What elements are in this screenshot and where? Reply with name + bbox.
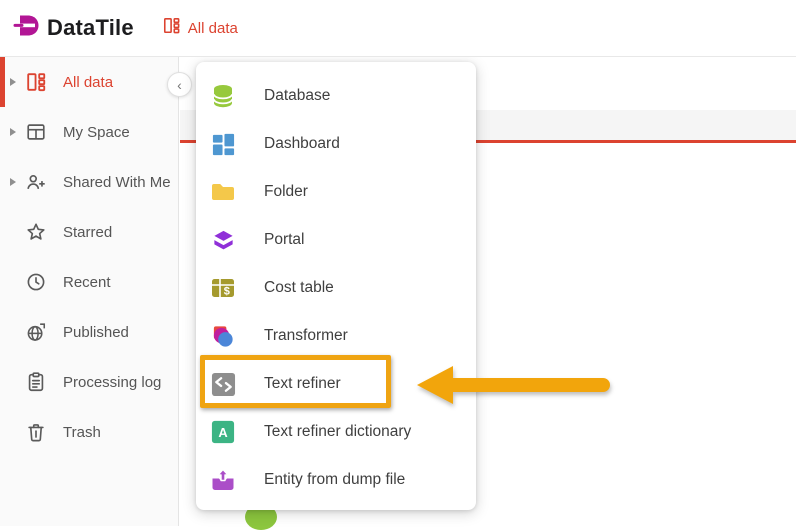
caret-spacer bbox=[10, 278, 16, 286]
menu-item-label: Folder bbox=[264, 183, 308, 201]
sidebar-item-recent[interactable]: Recent bbox=[0, 257, 178, 307]
expand-caret-icon[interactable] bbox=[10, 78, 16, 86]
menu-item-label: Text refiner dictionary bbox=[264, 423, 411, 441]
all-data-icon bbox=[162, 16, 181, 40]
menu-item-label: Entity from dump file bbox=[264, 471, 405, 489]
upload-tray-icon bbox=[210, 467, 236, 493]
transformer-icon bbox=[210, 323, 236, 349]
sidebar: All data My Space Shared With Me bbox=[0, 57, 179, 526]
menu-item-label: Cost table bbox=[264, 279, 334, 297]
sidebar-item-label: Shared With Me bbox=[63, 174, 171, 191]
my-space-icon bbox=[24, 120, 48, 144]
menu-item-portal[interactable]: Portal bbox=[196, 216, 476, 264]
database-icon bbox=[210, 83, 236, 109]
sidebar-item-all-data[interactable]: All data bbox=[0, 57, 178, 107]
sidebar-item-label: Processing log bbox=[63, 374, 161, 391]
menu-item-label: Dashboard bbox=[264, 135, 340, 153]
sidebar-item-label: Published bbox=[63, 324, 129, 341]
sidebar-item-shared-with-me[interactable]: Shared With Me bbox=[0, 157, 178, 207]
app-logo[interactable]: DataTile bbox=[13, 11, 134, 45]
clipboard-icon bbox=[24, 370, 48, 394]
clock-icon bbox=[24, 270, 48, 294]
sidebar-item-label: Starred bbox=[63, 224, 112, 241]
app-title: DataTile bbox=[47, 15, 134, 41]
all-data-icon bbox=[24, 70, 48, 94]
menu-item-dashboard[interactable]: Dashboard bbox=[196, 120, 476, 168]
text-refiner-dictionary-icon: A bbox=[210, 419, 236, 445]
menu-item-label: Database bbox=[264, 87, 330, 105]
menu-item-text-refiner[interactable]: Text refiner bbox=[196, 360, 476, 408]
menu-item-cost-table[interactable]: $ Cost table bbox=[196, 264, 476, 312]
menu-item-label: Transformer bbox=[264, 327, 348, 345]
menu-item-text-refiner-dictionary[interactable]: A Text refiner dictionary bbox=[196, 408, 476, 456]
breadcrumb[interactable]: All data bbox=[162, 16, 238, 40]
sidebar-item-trash[interactable]: Trash bbox=[0, 407, 178, 457]
svg-text:$: $ bbox=[224, 286, 230, 298]
text-refiner-icon bbox=[210, 371, 236, 397]
star-icon bbox=[24, 220, 48, 244]
caret-spacer bbox=[10, 428, 16, 436]
sidebar-item-label: My Space bbox=[63, 124, 130, 141]
expand-caret-icon[interactable] bbox=[10, 128, 16, 136]
person-add-icon bbox=[24, 170, 48, 194]
create-entity-menu: Database Dashboard Folder Portal bbox=[196, 62, 476, 510]
app-header: DataTile All data bbox=[0, 0, 796, 57]
sidebar-item-published[interactable]: Published bbox=[0, 307, 178, 357]
expand-caret-icon[interactable] bbox=[10, 178, 16, 186]
datatile-logo-icon bbox=[13, 11, 42, 45]
dashboard-icon bbox=[210, 131, 236, 157]
portal-icon bbox=[210, 227, 236, 253]
caret-spacer bbox=[10, 228, 16, 236]
menu-item-database[interactable]: Database bbox=[196, 72, 476, 120]
menu-item-folder[interactable]: Folder bbox=[196, 168, 476, 216]
folder-icon bbox=[210, 179, 236, 205]
caret-spacer bbox=[10, 378, 16, 386]
sidebar-item-starred[interactable]: Starred bbox=[0, 207, 178, 257]
sidebar-item-label: Trash bbox=[63, 424, 101, 441]
breadcrumb-label: All data bbox=[188, 20, 238, 37]
globe-icon bbox=[24, 320, 48, 344]
caret-spacer bbox=[10, 328, 16, 336]
menu-item-label: Portal bbox=[264, 231, 305, 249]
trash-icon bbox=[24, 420, 48, 444]
sidebar-item-my-space[interactable]: My Space bbox=[0, 107, 178, 157]
sidebar-item-label: All data bbox=[63, 74, 113, 91]
menu-item-label: Text refiner bbox=[264, 375, 341, 393]
svg-text:A: A bbox=[218, 425, 227, 440]
menu-item-entity-from-dump-file[interactable]: Entity from dump file bbox=[196, 456, 476, 504]
sidebar-item-label: Recent bbox=[63, 274, 111, 291]
sidebar-item-processing-log[interactable]: Processing log bbox=[0, 357, 178, 407]
menu-item-transformer[interactable]: Transformer bbox=[196, 312, 476, 360]
sidebar-collapse-button[interactable]: ‹ bbox=[167, 72, 192, 97]
cost-table-icon: $ bbox=[210, 275, 236, 301]
chevron-left-icon: ‹ bbox=[177, 78, 182, 92]
